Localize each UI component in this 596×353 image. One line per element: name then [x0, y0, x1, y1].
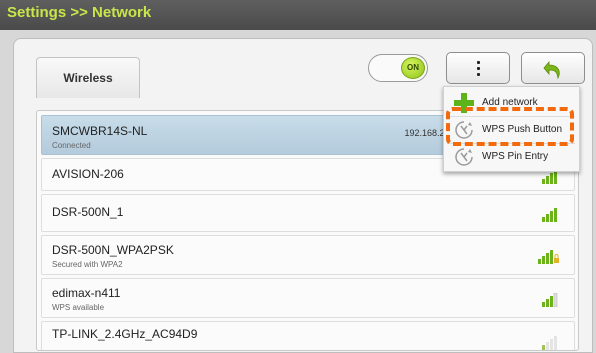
tab-wireless[interactable]: Wireless: [36, 57, 140, 98]
network-row[interactable]: edimax-n411 WPS available: [41, 278, 575, 318]
network-status: Secured with WPA2: [52, 260, 123, 269]
network-ssid: AVISION-206: [52, 167, 124, 181]
menu-item-wps-pin-entry[interactable]: WPS Pin Entry: [444, 143, 579, 170]
wifi-signal-icon: [542, 208, 557, 222]
wifi-signal-icon: [542, 170, 557, 184]
network-row[interactable]: TP-LINK_2.4GHz_AC94D9: [41, 321, 575, 350]
page-title: Settings >> Network: [7, 4, 152, 21]
network-ssid: edimax-n411: [52, 286, 121, 300]
network-status: WPS available: [52, 303, 105, 312]
back-arrow-icon: [543, 60, 560, 80]
title-bar: Settings >> Network: [0, 0, 596, 30]
wifi-signal-lock-icon: [538, 250, 559, 264]
vertical-ellipsis-icon: [477, 61, 480, 76]
wifi-signal-icon: [542, 336, 557, 350]
back-button[interactable]: [521, 52, 585, 84]
network-ssid: DSR-500N_WPA2PSK: [52, 243, 174, 257]
toggle-knob: ON: [401, 57, 425, 79]
menu-item-label: WPS Pin Entry: [482, 151, 549, 162]
wifi-signal-icon: [542, 293, 558, 307]
network-row[interactable]: DSR-500N_WPA2PSK Secured with WPA2: [41, 235, 575, 275]
wps-icon: [455, 148, 473, 166]
network-status: Connected: [52, 141, 91, 150]
network-ssid: TP-LINK_2.4GHz_AC94D9: [52, 327, 198, 341]
menu-button[interactable]: [446, 52, 510, 84]
network-row[interactable]: DSR-500N_1: [41, 194, 575, 232]
wifi-toggle[interactable]: ON: [368, 54, 428, 82]
network-ssid: DSR-500N_1: [52, 205, 124, 219]
network-ssid: SMCWBR14S-NL: [52, 124, 148, 138]
callout-highlight: [446, 107, 574, 146]
